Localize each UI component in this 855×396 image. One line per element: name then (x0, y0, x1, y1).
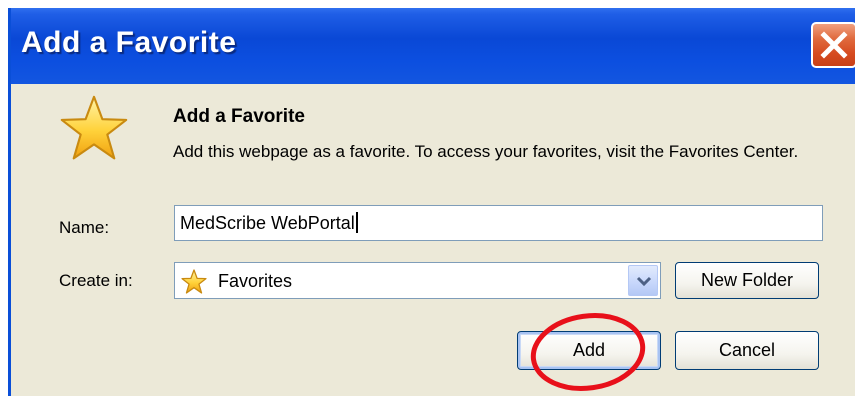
chevron-down-icon (636, 276, 652, 287)
name-label: Name: (59, 218, 110, 237)
text-caret (355, 212, 358, 233)
name-input-value: MedScribe WebPortal (180, 213, 355, 233)
star-icon (181, 269, 207, 294)
new-folder-button[interactable]: New Folder (675, 262, 819, 299)
close-icon (820, 31, 848, 59)
add-favorite-dialog: Add a Favorite Add a Favorite Add this w… (8, 8, 855, 396)
create-in-value: Favorites (218, 271, 293, 291)
create-in-label: Create in: (59, 271, 133, 290)
close-button[interactable] (811, 22, 855, 68)
dropdown-button[interactable] (628, 265, 658, 296)
dialog-heading: Add a Favorite (173, 106, 305, 127)
create-in-select[interactable]: Favorites (174, 262, 661, 299)
window-title: Add a Favorite (21, 26, 237, 59)
dialog-description: Add this webpage as a favorite. To acces… (173, 142, 799, 161)
title-bar[interactable]: Add a Favorite (11, 8, 855, 84)
add-button[interactable]: Add (517, 331, 661, 370)
name-input[interactable]: MedScribe WebPortal (174, 205, 823, 241)
cancel-button[interactable]: Cancel (675, 331, 819, 370)
star-icon (60, 95, 128, 160)
